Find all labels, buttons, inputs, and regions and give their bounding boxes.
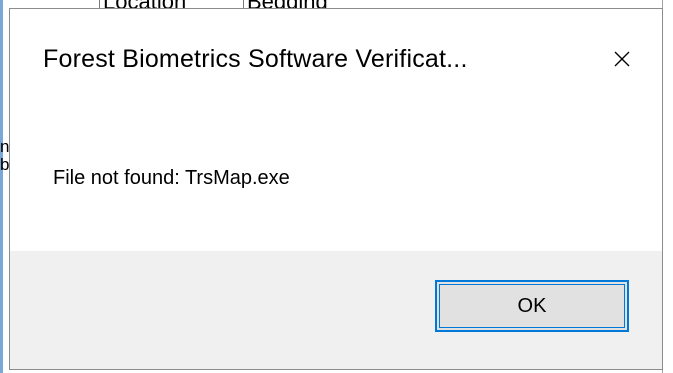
close-icon (614, 51, 630, 67)
dialog-content: File not found: TrsMap.exe (10, 109, 662, 251)
dialog-title: Forest Biometrics Software Verificat... (43, 45, 468, 73)
close-button[interactable] (602, 39, 642, 79)
dialog-titlebar[interactable]: Forest Biometrics Software Verificat... (10, 9, 662, 109)
background-window-border (0, 0, 3, 373)
dialog-footer: OK (10, 251, 662, 369)
message-dialog: Forest Biometrics Software Verificat... … (9, 8, 663, 370)
dialog-message: File not found: TrsMap.exe (53, 167, 290, 189)
ok-button[interactable]: OK (435, 280, 629, 332)
background-window-right-edge (662, 0, 673, 373)
